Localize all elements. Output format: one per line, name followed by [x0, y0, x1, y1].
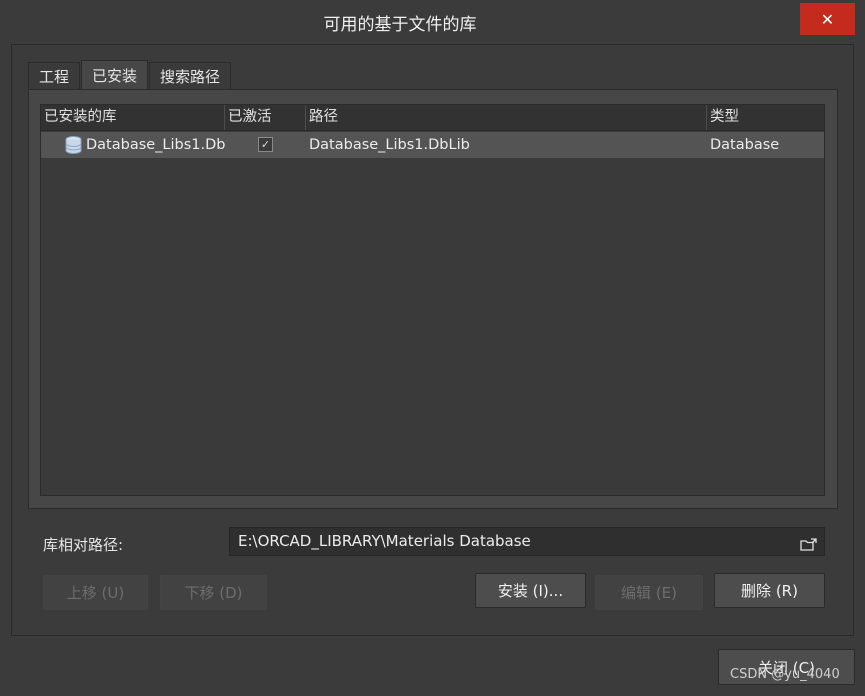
folder-open-icon[interactable] — [800, 534, 818, 551]
table-row[interactable]: Database_Libs1.Db ✓ Database_Libs1.DbLib… — [41, 132, 824, 158]
column-header-path[interactable]: 路径 — [306, 105, 707, 130]
window-title: 可用的基于文件的库 — [323, 15, 477, 35]
column-header-type[interactable]: 类型 — [707, 105, 824, 130]
column-header-active[interactable]: 已激活 — [225, 105, 306, 130]
relative-path-value: E:\ORCAD_LIBRARY\Materials Database — [238, 532, 531, 550]
tab-search-path[interactable]: 搜索路径 — [149, 62, 232, 89]
active-checkbox[interactable]: ✓ — [258, 137, 273, 152]
close-window-button[interactable]: ✕ — [800, 3, 855, 35]
database-icon — [65, 136, 82, 154]
library-name: Database_Libs1.Db — [86, 137, 226, 153]
move-down-button[interactable]: 下移 (D) — [160, 575, 267, 610]
column-header-library[interactable]: 已安装的库 — [41, 105, 225, 130]
watermark: CSDN @yu_4040 — [730, 667, 840, 682]
edit-button[interactable]: 编辑 (E) — [595, 575, 703, 610]
close-icon: ✕ — [820, 9, 835, 29]
tab-installed[interactable]: 已安装 — [81, 60, 149, 89]
relative-path-label: 库相对路径: — [43, 536, 124, 554]
installed-libraries-table: 已安装的库 已激活 路径 类型 Database_Libs1.Db ✓ Data… — [40, 104, 825, 496]
check-icon: ✓ — [260, 138, 271, 151]
install-button[interactable]: 安装 (I)... — [475, 573, 586, 608]
library-type: Database — [710, 137, 780, 153]
tab-project[interactable]: 工程 — [28, 62, 81, 89]
table-header: 已安装的库 已激活 路径 类型 — [41, 105, 824, 131]
relative-path-input[interactable]: E:\ORCAD_LIBRARY\Materials Database — [229, 527, 825, 556]
move-up-button[interactable]: 上移 (U) — [43, 575, 148, 610]
title-bar: 可用的基于文件的库 ✕ — [0, 0, 865, 44]
delete-button[interactable]: 删除 (R) — [714, 573, 825, 608]
tab-bar: 工程 已安装 搜索路径 — [28, 60, 232, 89]
library-path: Database_Libs1.DbLib — [309, 137, 470, 153]
